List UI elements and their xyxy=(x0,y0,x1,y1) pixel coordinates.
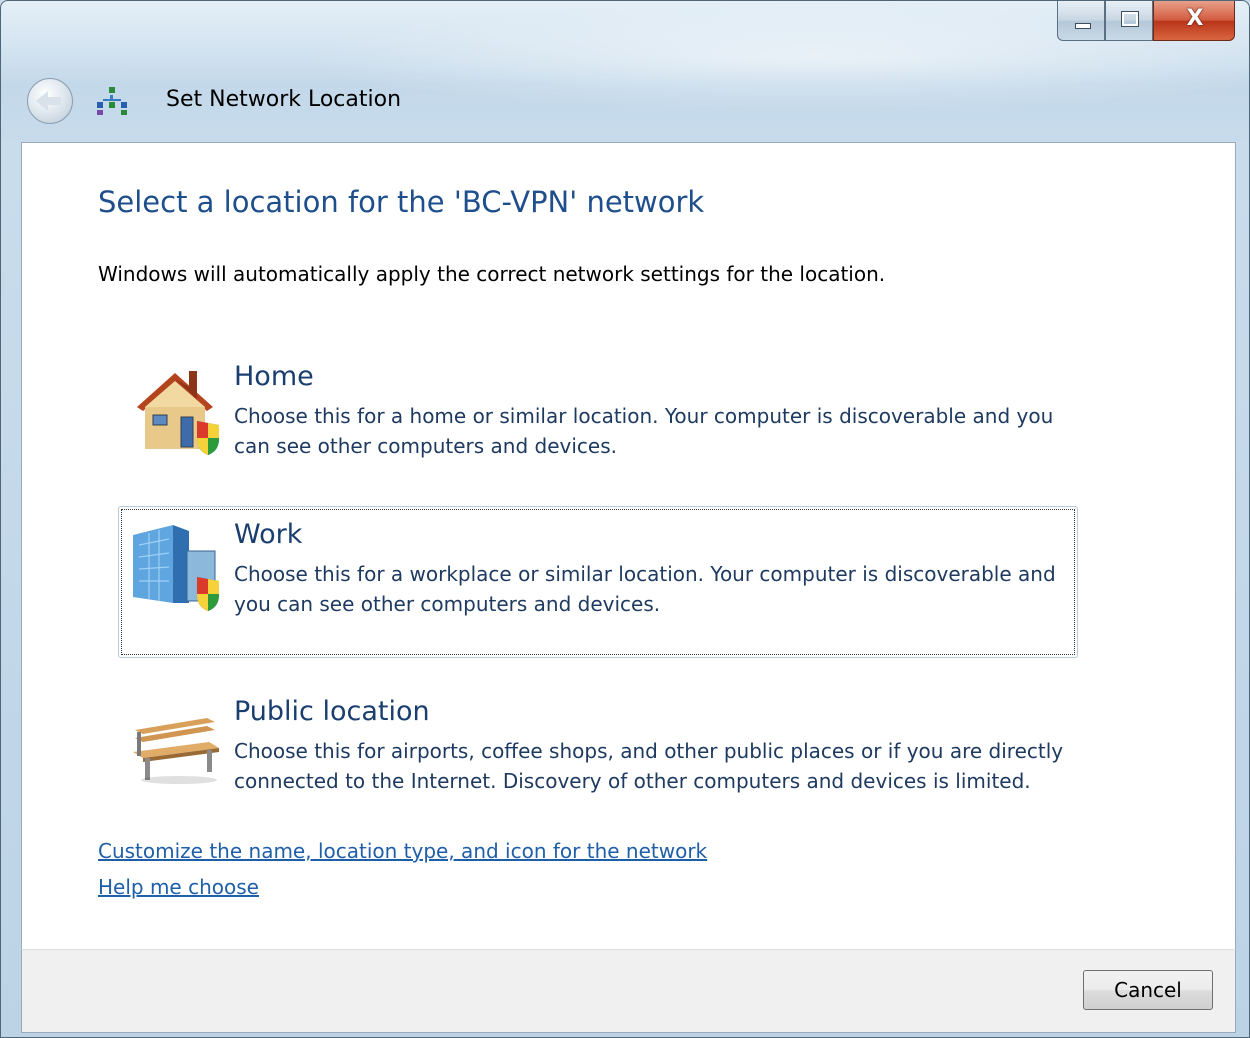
work-option-description: Choose this for a workplace or similar l… xyxy=(234,562,1056,616)
back-button[interactable] xyxy=(27,78,73,124)
home-option[interactable]: Home Choose this for a home or similar l… xyxy=(118,348,1078,468)
maximize-icon xyxy=(1121,11,1139,27)
close-icon: X xyxy=(1186,6,1204,31)
network-icon xyxy=(97,87,127,115)
close-button[interactable]: X xyxy=(1153,1,1235,41)
dialog-window: X Set Network Location Select a location… xyxy=(0,0,1250,1038)
public-location-option[interactable]: Public location Choose this for airports… xyxy=(118,683,1078,825)
home-option-title: Home xyxy=(234,361,314,392)
minimize-button[interactable] xyxy=(1057,1,1105,41)
minimize-icon xyxy=(1075,23,1091,29)
park-bench-icon xyxy=(133,718,219,784)
cancel-button[interactable]: Cancel xyxy=(1083,970,1213,1010)
content-panel: Select a location for the 'BC-VPN' netwo… xyxy=(21,142,1236,949)
instruction-description: Windows will automatically apply the cor… xyxy=(98,262,886,286)
dialog-footer: Cancel xyxy=(21,949,1236,1033)
public-option-title: Public location xyxy=(234,696,430,727)
home-option-description: Choose this for a home or similar locati… xyxy=(234,404,1054,458)
main-instruction: Select a location for the 'BC-VPN' netwo… xyxy=(98,185,705,219)
work-option[interactable]: Work Choose this for a workplace or simi… xyxy=(118,506,1078,658)
work-option-title: Work xyxy=(234,519,303,550)
customize-network-link[interactable]: Customize the name, location type, and i… xyxy=(98,839,707,863)
work-building-icon xyxy=(133,525,219,611)
caption-buttons: X xyxy=(1057,1,1235,43)
maximize-button[interactable] xyxy=(1105,1,1153,41)
home-icon xyxy=(137,371,219,455)
window-title: Set Network Location xyxy=(166,87,402,112)
help-me-choose-link[interactable]: Help me choose xyxy=(98,875,259,899)
public-option-description: Choose this for airports, coffee shops, … xyxy=(234,739,1064,793)
back-arrow-tail xyxy=(47,97,61,105)
